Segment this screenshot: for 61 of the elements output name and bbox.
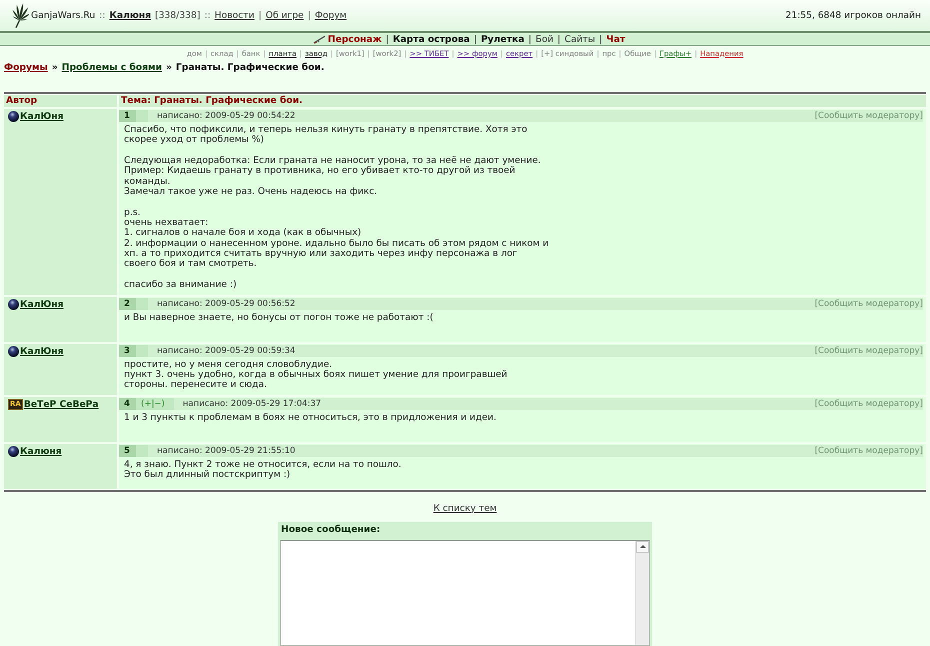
post-date: написано: 2009-05-29 17:04:37 — [182, 398, 322, 409]
menu-link[interactable]: Новости — [214, 10, 254, 21]
site-name: GanjaWars.Ru — [31, 10, 96, 21]
separator: :: — [99, 10, 106, 21]
username-link[interactable]: Калюня — [109, 10, 151, 21]
post-text: Спасибо, что пофиксили, и теперь нельзя кинуть гранату в препятствие. Хотя это скорее уход от проблемы %) Следующая недоработка: Если граната не наносит урона, то за неё не дают умение. Пример: Кидаешь гранату в противника, но его убивает кто-то другой из твоей команды. Замечал такое уже не раз. Очень надеюсь на фикс. p.s. очень нехватает: 1. сигналов о начале боя и хода (как в обычных) 2. информации о нанесенном уроне. идально было бы писать об этом рядом с ником и хп. а то приходится считать вручную или заходить через инфу персонажа в лог своего боя и там смотреть. спасибо за внимание :) — [123, 123, 550, 292]
author-link[interactable]: Калюня — [20, 446, 62, 457]
up-arrow-icon — [640, 545, 646, 548]
author-link[interactable]: КалЮня — [20, 111, 64, 122]
form-title: Новое сообщение: — [280, 522, 382, 537]
online-status: 21:55, 6848 игроков онлайн — [786, 10, 921, 21]
leaf-logo-icon — [10, 2, 29, 29]
author-link[interactable]: КалЮня — [20, 298, 64, 310]
post-text: и Вы наверное знаете, но бонусы от погон тоже не работают :( — [123, 310, 434, 324]
breadcrumb-link[interactable]: Форумы — [4, 62, 48, 73]
post-date: написано: 2009-05-29 21:55:10 — [157, 446, 296, 456]
separator: | — [557, 34, 561, 44]
column-header: Автор — [4, 95, 117, 107]
separator: :: — [204, 10, 211, 21]
separator: | — [528, 34, 532, 44]
separator: | — [474, 34, 477, 44]
nav-link[interactable]: Карта острова — [392, 34, 470, 44]
separator: | — [599, 34, 602, 44]
health-text: [338/338] — [155, 10, 200, 21]
ball-icon — [8, 298, 19, 310]
breadcrumb-link[interactable]: Проблемы с боями — [62, 62, 162, 73]
ball-icon — [8, 446, 19, 457]
ball-icon — [8, 346, 19, 356]
rifle-icon — [312, 34, 326, 44]
scroll-up-button[interactable] — [636, 540, 649, 553]
nav-link[interactable]: Рулетка — [480, 34, 524, 44]
menu-link[interactable]: Об игре — [266, 10, 304, 21]
nav-link[interactable]: Персонаж — [328, 34, 382, 44]
message-field[interactable] — [280, 540, 650, 646]
post-number: 5 — [119, 444, 148, 457]
column-header: Тема: Гранаты. Графические бои. — [119, 95, 926, 107]
post-text: 4, я знаю. Пункт 2 тоже не относится, если на то пошло. Это был длинный постскриптум :) — [123, 458, 402, 482]
post-text: простите, но у меня сегодня словоблудие. пункт 3. очень удобно, когда в обычных боях пишет умение для проигравшей стороны. перенесите и сюда. — [123, 358, 508, 392]
nav-link[interactable]: Сайты — [564, 34, 596, 44]
post-number: 4 — [119, 398, 136, 410]
back-link[interactable]: К списку тем — [433, 502, 497, 514]
author-link[interactable]: ВеТеР СеВеРа — [24, 398, 99, 410]
author-link[interactable]: КалЮня — [20, 346, 64, 356]
post-number: 3 — [119, 344, 148, 356]
separator: » — [52, 62, 58, 73]
menu-link[interactable]: Форум — [314, 10, 347, 21]
separator: | — [386, 34, 389, 44]
breadcrumb-link[interactable]: Гранаты. Графические бои. — [176, 62, 324, 73]
post-number: 2 — [119, 298, 148, 310]
separator: | — [308, 10, 311, 21]
separator: » — [166, 62, 172, 73]
post-date: написано: 2009-05-29 00:59:34 — [157, 346, 296, 356]
nav-link[interactable]: Чат — [606, 34, 626, 44]
post-date: написано: 2009-05-29 00:54:22 — [157, 111, 296, 121]
ball-icon — [8, 111, 19, 122]
separator: | — [258, 10, 262, 21]
scrollbar[interactable] — [635, 540, 649, 645]
post-text: 1 и 3 пункты к проблемам в боях не относиться, это в придложения и идеи. — [123, 410, 498, 425]
post-date: написано: 2009-05-29 00:56:52 — [157, 298, 296, 308]
nav-link[interactable]: Бой — [536, 34, 554, 44]
post-number: 1 — [119, 110, 148, 122]
